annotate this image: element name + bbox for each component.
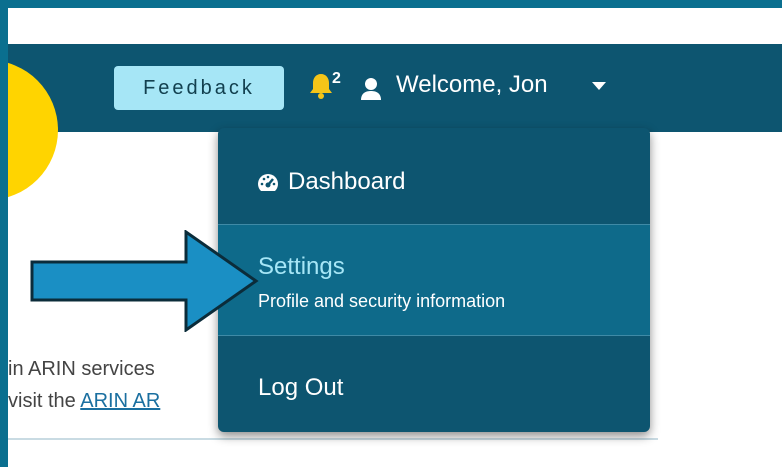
background-text-line: in ARIN services	[8, 358, 155, 380]
user-icon	[360, 77, 382, 101]
menu-item-label: Log Out	[258, 374, 344, 401]
user-dropdown-menu: Dashboard Settings Profile and security …	[218, 128, 650, 432]
menu-item-label: Dashboard	[288, 168, 406, 195]
menu-item-settings[interactable]: Settings Profile and security informatio…	[218, 224, 650, 336]
app-frame: Feedback 2 Welcome, Jon in ARIN services…	[8, 8, 782, 467]
menu-item-logout[interactable]: Log Out	[218, 336, 650, 432]
top-navigation-bar: Feedback 2 Welcome, Jon	[8, 44, 782, 132]
tachometer-icon	[256, 172, 280, 194]
bell-icon-svg	[310, 74, 332, 99]
menu-item-label: Settings	[258, 253, 345, 280]
menu-item-description: Profile and security information	[258, 291, 506, 311]
background-text-line: visit the ARIN AR	[8, 390, 160, 413]
chevron-down-icon[interactable]	[592, 82, 606, 90]
menu-item-dashboard[interactable]: Dashboard	[218, 128, 650, 224]
background-text-prefix: visit the	[8, 390, 81, 412]
arin-link[interactable]: ARIN AR	[80, 390, 160, 412]
notification-count-badge: 2	[332, 70, 341, 87]
arrow-right-icon	[30, 230, 259, 332]
user-menu-toggle[interactable]: Welcome, Jon	[396, 71, 548, 99]
feedback-button[interactable]: Feedback	[114, 66, 284, 110]
divider	[8, 438, 658, 440]
